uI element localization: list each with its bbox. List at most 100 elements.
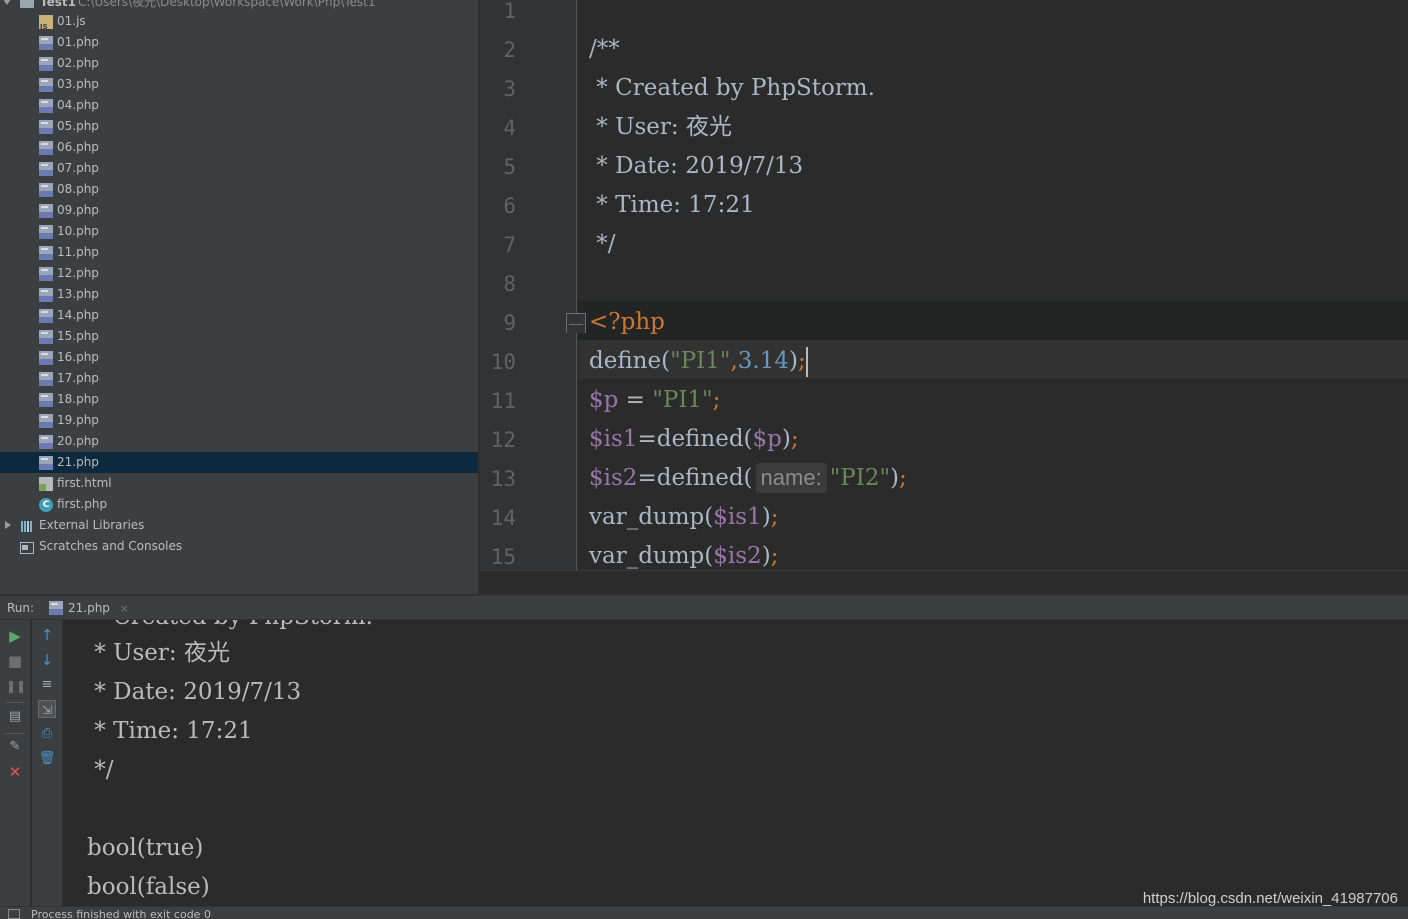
token-variable: $is2	[713, 543, 762, 569]
token-function: defined	[656, 426, 744, 452]
token-string: "PI2"	[829, 465, 891, 491]
file-item-19-php[interactable]: 19.php	[0, 410, 478, 431]
pause-icon[interactable]: ❚❚	[6, 677, 26, 695]
file-label: 05.php	[57, 119, 99, 133]
code-editor[interactable]: 1 2 3 4 5 6 7 8 9 10 11 12 13 14 15 /** * Created by P…	[480, 0, 1408, 570]
line-number: 10	[490, 350, 516, 374]
code-line-15: var_dump($is2);	[589, 537, 778, 570]
run-console-output[interactable]: * Created by PhpStorm. * User: 夜光 * Date…	[64, 620, 1408, 906]
expand-arrow-icon[interactable]	[5, 521, 11, 529]
library-icon	[20, 519, 34, 533]
expand-arrow-icon[interactable]	[3, 0, 11, 5]
file-item-06-php[interactable]: 06.php	[0, 137, 478, 158]
arrow-up-icon[interactable]: ↑	[38, 626, 56, 644]
file-item-15-php[interactable]: 15.php	[0, 326, 478, 347]
token-semicolon: ;	[770, 543, 779, 569]
file-label: 02.php	[57, 56, 99, 70]
file-item-07-php[interactable]: 07.php	[0, 158, 478, 179]
external-libraries-node[interactable]: External Libraries	[0, 515, 478, 536]
php-file-icon	[49, 601, 63, 615]
file-label: 13.php	[57, 287, 99, 301]
run-toolbar-primary: ▶ ■ ❚❚ ▤ ✎ ✕	[0, 620, 31, 919]
token-comma: ,	[730, 348, 738, 374]
run-tab-label: 21.php	[68, 601, 110, 615]
php-file-icon	[39, 393, 53, 407]
php-file-icon	[39, 330, 53, 344]
run-toolbar-secondary: ↑ ↓ ≡ ⇲ ⎙ 🗑	[32, 620, 63, 919]
file-item-01-js[interactable]: 01.js	[0, 11, 478, 32]
scratches-node[interactable]: Scratches and Consoles	[0, 536, 478, 557]
run-tab-21-php[interactable]: 21.php ×	[44, 596, 135, 620]
file-item-21-php[interactable]: 21.php	[0, 452, 478, 473]
scroll-to-end-icon[interactable]: ⇲	[38, 700, 56, 718]
close-icon[interactable]: ×	[120, 602, 129, 615]
token-paren: )	[781, 426, 791, 452]
file-label: 04.php	[57, 98, 99, 112]
line-number: 14	[490, 506, 516, 530]
code-line-14: var_dump($is1);	[589, 498, 778, 537]
file-item-03-php[interactable]: 03.php	[0, 74, 478, 95]
pin-icon[interactable]: ✎	[6, 738, 24, 756]
file-label: 19.php	[57, 413, 99, 427]
stop-icon[interactable]: ■	[6, 652, 24, 670]
file-label: 03.php	[57, 77, 99, 91]
file-item-04-php[interactable]: 04.php	[0, 95, 478, 116]
code-line-7: */	[589, 231, 616, 257]
token-string: "PI1"	[652, 387, 713, 413]
file-item-13-php[interactable]: 13.php	[0, 284, 478, 305]
status-bar: Process finished with exit code 0	[0, 906, 1408, 919]
line-number: 11	[490, 389, 516, 413]
fold-marker-icon[interactable]	[566, 313, 586, 333]
soft-wrap-icon[interactable]: ≡	[38, 676, 56, 694]
file-item-11-php[interactable]: 11.php	[0, 242, 478, 263]
file-item-first-html[interactable]: first.html	[0, 473, 478, 494]
token-semicolon: ;	[797, 348, 806, 374]
editor-bottom-splitter[interactable]	[480, 570, 1408, 594]
token-semicolon: ;	[899, 465, 907, 491]
php-file-icon	[39, 351, 53, 365]
close-icon[interactable]: ✕	[6, 763, 24, 781]
file-item-08-php[interactable]: 08.php	[0, 179, 478, 200]
token-paren: (	[704, 504, 714, 530]
project-tree-panel: Test1 C:\Users\夜光\Desktop\Workspace\Work…	[0, 0, 479, 594]
rerun-icon[interactable]: ▶	[6, 627, 24, 645]
file-item-18-php[interactable]: 18.php	[0, 389, 478, 410]
file-item-17-php[interactable]: 17.php	[0, 368, 478, 389]
print-icon[interactable]: ⎙	[38, 725, 56, 743]
file-item-05-php[interactable]: 05.php	[0, 116, 478, 137]
code-line-11: $p = "PI1";	[589, 381, 720, 420]
file-item-02-php[interactable]: 02.php	[0, 53, 478, 74]
token-number: 3.14	[737, 348, 789, 374]
file-item-16-php[interactable]: 16.php	[0, 347, 478, 368]
file-item-10-php[interactable]: 10.php	[0, 221, 478, 242]
file-item-09-php[interactable]: 09.php	[0, 200, 478, 221]
file-label: 17.php	[57, 371, 99, 385]
token-function: var_dump	[589, 543, 705, 569]
token-variable: $p	[752, 426, 782, 452]
file-item-14-php[interactable]: 14.php	[0, 305, 478, 326]
file-label: 16.php	[57, 350, 99, 364]
line-number: 5	[503, 155, 516, 179]
layout-icon[interactable]: ▤	[6, 708, 24, 726]
console-line: * User: 夜光	[87, 640, 230, 666]
status-text: Process finished with exit code 0	[31, 908, 211, 919]
run-label: Run:	[7, 601, 35, 615]
token-semicolon: ;	[790, 426, 799, 452]
code-line-6: * Time: 17:21	[589, 192, 755, 218]
file-label: first.php	[57, 497, 108, 511]
token-operator: =	[618, 387, 653, 413]
html-file-icon	[39, 477, 53, 491]
php-file-icon	[39, 162, 53, 176]
file-item-01-php[interactable]: 01.php	[0, 32, 478, 53]
trash-icon[interactable]: 🗑	[38, 750, 56, 768]
token-variable: $is1	[589, 426, 638, 452]
line-number: 12	[490, 428, 516, 452]
file-item-first-php[interactable]: Cfirst.php	[0, 494, 478, 515]
external-libraries-label: External Libraries	[39, 518, 145, 532]
arrow-down-icon[interactable]: ↓	[38, 651, 56, 669]
file-item-20-php[interactable]: 20.php	[0, 431, 478, 452]
file-label: 20.php	[57, 434, 99, 448]
file-item-12-php[interactable]: 12.php	[0, 263, 478, 284]
token-paren: )	[788, 348, 798, 374]
tool-window-toggle-icon[interactable]	[8, 909, 20, 919]
